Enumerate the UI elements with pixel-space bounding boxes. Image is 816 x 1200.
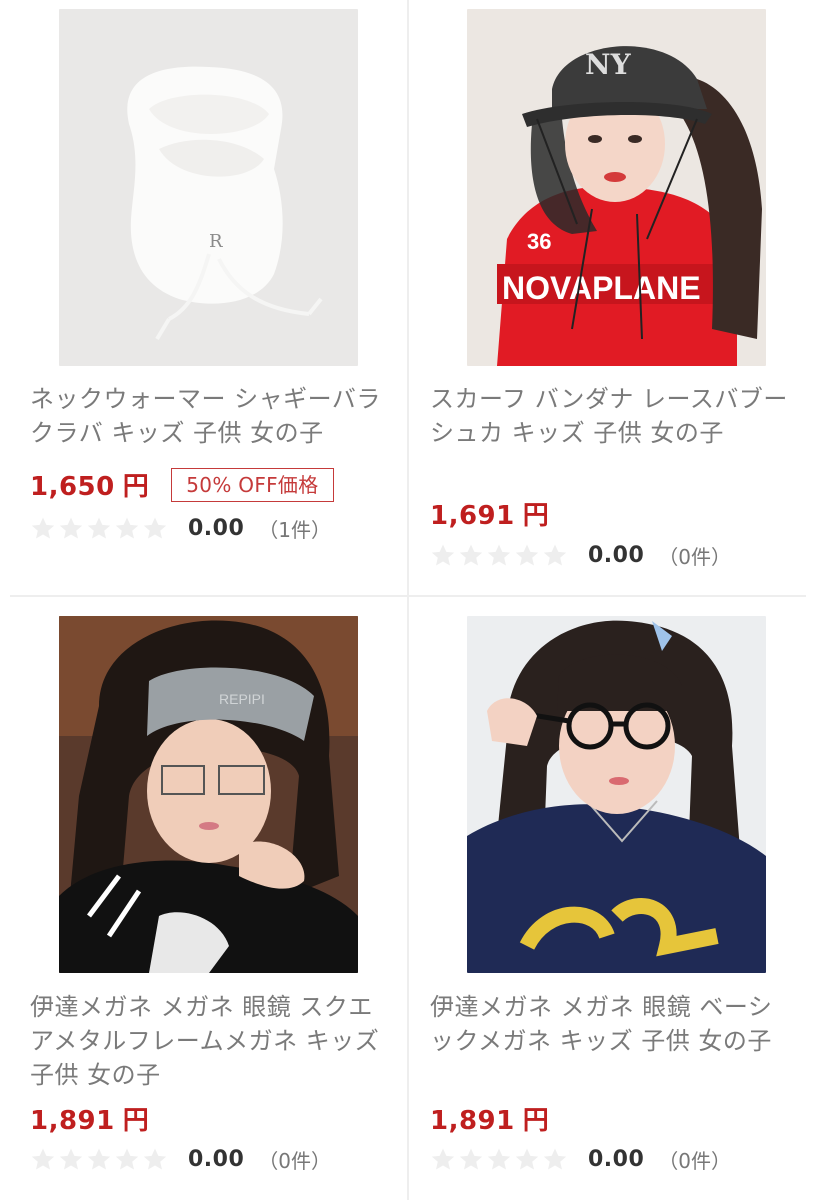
star-icon	[115, 517, 139, 539]
product-card[interactable]: NOVAPLANE 36 NY スカーフ バンダナ レースバブーシュカ キッズ …	[408, 0, 806, 595]
svg-text:NY: NY	[585, 48, 632, 81]
star-rating	[430, 1147, 568, 1172]
svg-text:R: R	[209, 231, 223, 252]
product-price: 1,891 円	[430, 1106, 550, 1136]
rating-score: 0.00	[188, 1147, 245, 1172]
product-name[interactable]: スカーフ バンダナ レースバブーシュカ キッズ 子供 女の子	[430, 382, 792, 450]
star-rating	[30, 1147, 168, 1172]
star-icon	[87, 1148, 111, 1170]
star-icon	[487, 1148, 511, 1170]
rating-row: 0.00 （0件）	[30, 1145, 331, 1174]
rating-row: 0.00 （0件）	[430, 541, 731, 570]
product-card[interactable]: REPIPI 伊達メガネ メガネ 眼鏡 スクエアメタルフレームメガネ キッズ 子…	[0, 597, 398, 1192]
star-icon	[431, 544, 455, 566]
product-image[interactable]: NOVAPLANE 36 NY	[467, 9, 766, 366]
product-name[interactable]: ネックウォーマー シャギーバラクラバ キッズ 子供 女の子	[30, 382, 385, 450]
star-icon	[143, 1148, 167, 1170]
review-count[interactable]: （0件）	[258, 1145, 331, 1174]
price-row: 1,650 円 50% OFF価格	[30, 466, 334, 503]
star-icon	[143, 517, 167, 539]
star-rating	[30, 516, 168, 541]
svg-text:36: 36	[527, 229, 551, 254]
price-row: 1,891 円	[430, 1100, 549, 1137]
star-icon	[459, 1148, 483, 1170]
star-icon	[59, 1148, 83, 1170]
review-count[interactable]: （0件）	[658, 1145, 731, 1174]
svg-text:REPIPI: REPIPI	[219, 691, 265, 707]
star-icon	[31, 1148, 55, 1170]
star-icon	[59, 517, 83, 539]
star-rating	[430, 543, 568, 568]
star-icon	[87, 517, 111, 539]
review-count[interactable]: （0件）	[658, 541, 731, 570]
star-icon	[487, 544, 511, 566]
product-card[interactable]: 伊達メガネ メガネ 眼鏡 ベーシックメガネ キッズ 子供 女の子 1,891 円 …	[408, 597, 806, 1192]
star-icon	[515, 544, 539, 566]
discount-badge: 50% OFF価格	[171, 467, 334, 502]
price-row: 1,891 円	[30, 1100, 149, 1137]
rating-score: 0.00	[588, 1147, 645, 1172]
product-price: 1,650 円	[30, 472, 150, 502]
price-row: 1,691 円	[430, 495, 549, 532]
rating-score: 0.00	[188, 516, 245, 541]
rating-score: 0.00	[588, 543, 645, 568]
product-price: 1,891 円	[30, 1106, 150, 1136]
star-icon	[543, 1148, 567, 1170]
review-count[interactable]: （1件）	[258, 514, 331, 543]
product-card[interactable]: R ネックウォーマー シャギーバラクラバ キッズ 子供 女の子 1,650 円 5…	[0, 0, 398, 595]
product-image[interactable]: R	[59, 9, 358, 366]
svg-text:NOVAPLANE: NOVAPLANE	[502, 270, 701, 306]
star-icon	[31, 517, 55, 539]
product-image[interactable]: REPIPI	[59, 616, 358, 973]
product-name[interactable]: 伊達メガネ メガネ 眼鏡 スクエアメタルフレームメガネ キッズ 子供 女の子	[30, 990, 385, 1092]
star-icon	[115, 1148, 139, 1170]
product-price: 1,691 円	[430, 501, 550, 531]
rating-row: 0.00 （1件）	[30, 514, 331, 543]
star-icon	[459, 544, 483, 566]
product-image[interactable]	[467, 616, 766, 973]
product-grid: R ネックウォーマー シャギーバラクラバ キッズ 子供 女の子 1,650 円 5…	[0, 0, 816, 1200]
rating-row: 0.00 （0件）	[430, 1145, 731, 1174]
star-icon	[515, 1148, 539, 1170]
star-icon	[431, 1148, 455, 1170]
product-name[interactable]: 伊達メガネ メガネ 眼鏡 ベーシックメガネ キッズ 子供 女の子	[430, 990, 792, 1058]
star-icon	[543, 544, 567, 566]
